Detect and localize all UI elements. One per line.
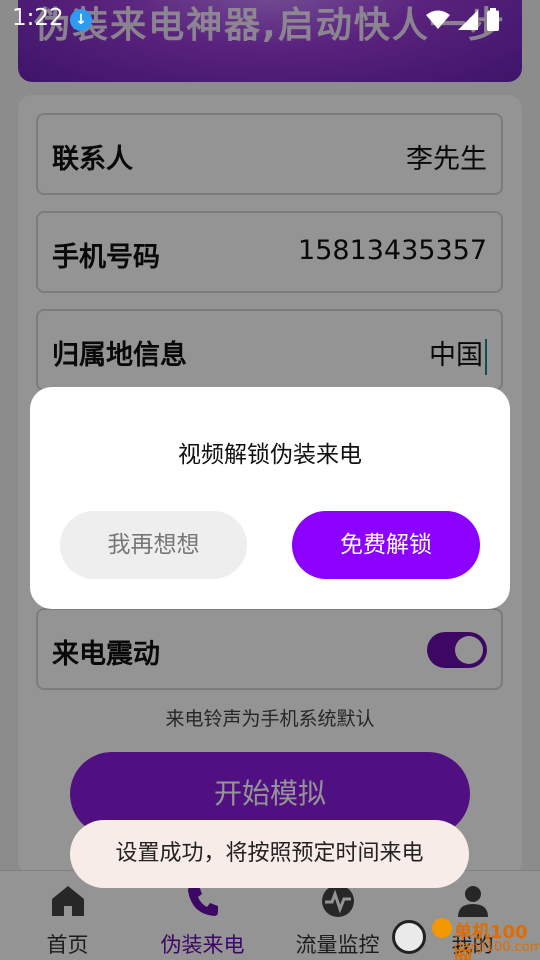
status-time: 1:22 — [12, 5, 64, 31]
free-unlock-button[interactable]: 免费解锁 — [292, 511, 480, 579]
watermark-url: danji100.com — [454, 940, 540, 955]
cancel-button[interactable]: 我再想想 — [60, 511, 247, 579]
unlock-dialog: 视频解锁伪装来电 我再想想 免费解锁 — [30, 387, 510, 609]
status-bar: 1:22 ↓ — [0, 0, 540, 40]
battery-icon — [487, 8, 499, 31]
toast-message: 设置成功，将按照预定时间来电 — [70, 820, 469, 888]
watermark-dot-icon — [432, 918, 452, 938]
dialog-title: 视频解锁伪装来电 — [178, 442, 362, 468]
download-icon: ↓ — [70, 9, 92, 31]
wifi-icon — [426, 10, 450, 29]
watermark-logo-icon — [392, 920, 426, 954]
signal-icon — [458, 10, 478, 30]
watermark: 单机100网 danji100.com — [392, 916, 540, 960]
